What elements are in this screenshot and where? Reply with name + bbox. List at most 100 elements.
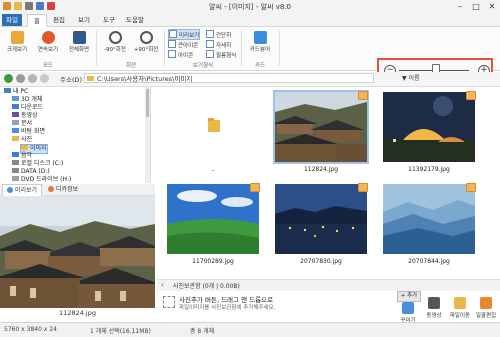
thumbnail-item[interactable]: 20707830.jpg — [271, 181, 371, 269]
add-photo-button[interactable]: + 추가 — [397, 291, 421, 302]
rotate-right-button[interactable]: +90°회전 — [131, 29, 161, 59]
tab-help[interactable]: 도움말 — [123, 14, 147, 26]
batch-edit-button[interactable]: 일괄편집 — [475, 297, 497, 319]
minimize-button[interactable]: – — [452, 0, 468, 14]
collapse-chevron-icon[interactable]: ‹ — [161, 281, 164, 289]
tab-home[interactable]: 홈 — [27, 14, 47, 27]
tab-view[interactable]: 보기 — [75, 14, 93, 26]
tree-item-pictures[interactable]: 사진 — [12, 136, 32, 144]
picture-box: 사진추가 버튼, 드래그 앤 드롭으로 파일이미지를 사진보관함에 추가해주세요… — [157, 291, 500, 324]
misty-mountains-photo — [383, 184, 475, 254]
camping-night-photo — [383, 92, 475, 162]
tree-item-music[interactable]: 음악 — [12, 152, 32, 160]
fullscreen-label: 전체화면 — [68, 47, 90, 53]
view-preview-label: 미리보기 — [179, 33, 200, 39]
tree-item-videos[interactable]: 동영상 — [12, 112, 38, 120]
film-icon — [428, 297, 440, 309]
download-icon — [12, 104, 19, 109]
batch-edit-label: 일괄편집 — [475, 313, 497, 319]
up-folder-icon[interactable] — [28, 74, 37, 83]
rotate-left-button[interactable]: -90°회전 — [100, 29, 130, 59]
icon-view-icon — [168, 50, 176, 58]
ribbon-tabs: 파일 홈 편집 보기 도구 도움말 — [0, 14, 500, 27]
ribbon-separator — [241, 30, 242, 66]
back-icon[interactable] — [4, 74, 13, 83]
view-film-option[interactable]: 필름형식 — [206, 50, 236, 59]
folder-icon — [87, 76, 94, 81]
tree-item-dvd[interactable]: DVD 드라이브 (H:) — [12, 176, 71, 183]
tree-item-documents[interactable]: 문서 — [12, 120, 32, 128]
preview-tabs: 미리보기 디카정보 — [0, 184, 155, 196]
tree-item-pc[interactable]: 내 PC — [4, 88, 28, 96]
fullscreen-button[interactable]: 전체화면 — [64, 29, 94, 59]
card-viewer-button[interactable]: 카드뷰어 — [245, 29, 275, 59]
view-details-label: 자세히 — [216, 43, 232, 49]
pc-icon — [4, 88, 11, 93]
large-view-button[interactable]: 크게보기 — [2, 29, 32, 59]
picture-box-title: 사진보관함 (0개 | 0.00B) — [173, 283, 240, 290]
tree-scrollbar[interactable] — [145, 87, 150, 183]
tree-item-downloads[interactable]: 다운로드 — [12, 104, 43, 112]
close-button[interactable]: ✕ — [484, 0, 500, 14]
tab-preview-label: 미리보기 — [15, 187, 38, 194]
tab-camera-info[interactable]: 디카정보 — [44, 184, 82, 195]
view-simple-option[interactable]: 간단히 — [206, 30, 231, 39]
view-film-label: 필름형식 — [216, 53, 237, 59]
thumbnail-item[interactable]: .. — [163, 89, 263, 179]
hanok-rooftops-photo — [275, 92, 367, 162]
file-badge-icon — [250, 183, 260, 192]
thumbnail-item[interactable]: 11392179.jpg — [379, 89, 479, 179]
group-card-label: 카드 — [254, 63, 266, 69]
thumbnail-item[interactable]: 112824.jpg — [271, 89, 371, 179]
address-bar: 주소(D) C:\Users\사용자\Pictures\이미지 ▼ 이름 — [0, 72, 500, 87]
card-viewer-label: 카드뷰어 — [249, 47, 271, 53]
tree-item-desktop[interactable]: 바탕 화면 — [12, 128, 45, 136]
tree-item-data-drive[interactable]: DATA (D:) — [12, 168, 50, 176]
view-large-icon-option[interactable]: 큰아이콘 — [168, 40, 198, 49]
tree-item-label: 음악 — [21, 152, 33, 159]
move-file-button[interactable]: 파일이동 — [449, 297, 471, 319]
file-badge-icon — [358, 183, 368, 192]
thumbnail-image — [273, 90, 369, 164]
thumbnail-image — [167, 184, 259, 254]
tree-item-3d[interactable]: 3D 개체 — [12, 96, 42, 104]
address-path-input[interactable]: C:\Users\사용자\Pictures\이미지 — [84, 73, 374, 83]
thumbnail-item[interactable]: 20707844.jpg — [379, 181, 479, 269]
group-mode-label: 모드 — [42, 63, 54, 69]
view-simple-label: 간단히 — [216, 33, 232, 39]
view-preview-option[interactable]: 미리보기 — [168, 29, 201, 40]
grass-field-photo — [167, 184, 259, 254]
tab-file[interactable]: 파일 — [2, 14, 22, 26]
forward-icon[interactable] — [16, 74, 25, 83]
group-rotate-label: 회전 — [125, 63, 137, 69]
tree-scroll-thumb[interactable] — [146, 89, 149, 117]
document-folder-icon — [12, 120, 19, 125]
file-badge-icon — [466, 91, 476, 100]
maximize-button[interactable]: □ — [468, 0, 484, 14]
file-badge-icon — [358, 91, 368, 100]
view-details-option[interactable]: 자세히 — [206, 40, 231, 49]
dvd-icon — [12, 176, 19, 181]
film-view-icon — [206, 50, 214, 58]
details-view-icon — [206, 40, 214, 48]
slideshow-button[interactable]: 연속보기 — [33, 29, 63, 59]
tab-tools[interactable]: 도구 — [100, 14, 118, 26]
tab-camera-info-label: 디카정보 — [56, 186, 79, 193]
refresh-icon[interactable] — [40, 74, 49, 83]
tree-item-local-disk[interactable]: 로컬 디스크 (C:) — [12, 160, 63, 168]
video-button[interactable]: 동영상 — [423, 297, 445, 319]
drop-area-icon — [163, 296, 175, 308]
thumbnail-item[interactable]: 11700289.jpg — [163, 181, 263, 269]
sort-dropdown[interactable]: ▼ 이름 — [402, 73, 420, 82]
view-icon-option[interactable]: 아이콘 — [168, 50, 193, 59]
desktop-icon — [12, 128, 19, 133]
decorate-button[interactable]: 꾸미기 — [397, 302, 419, 324]
preview-tab-icon — [7, 187, 13, 193]
thumbnail-grid: .. 112824.jpg 11392179.jpg 11700289.jpg … — [157, 87, 500, 269]
rotate-right-label: +90°회전 — [133, 47, 159, 53]
slideshow-label: 연속보기 — [37, 47, 59, 53]
tab-edit[interactable]: 편집 — [50, 14, 68, 26]
tab-preview[interactable]: 미리보기 — [2, 184, 43, 196]
tree-item-label: 로컬 디스크 (C:) — [21, 160, 64, 167]
parent-folder-thumb — [167, 92, 259, 162]
